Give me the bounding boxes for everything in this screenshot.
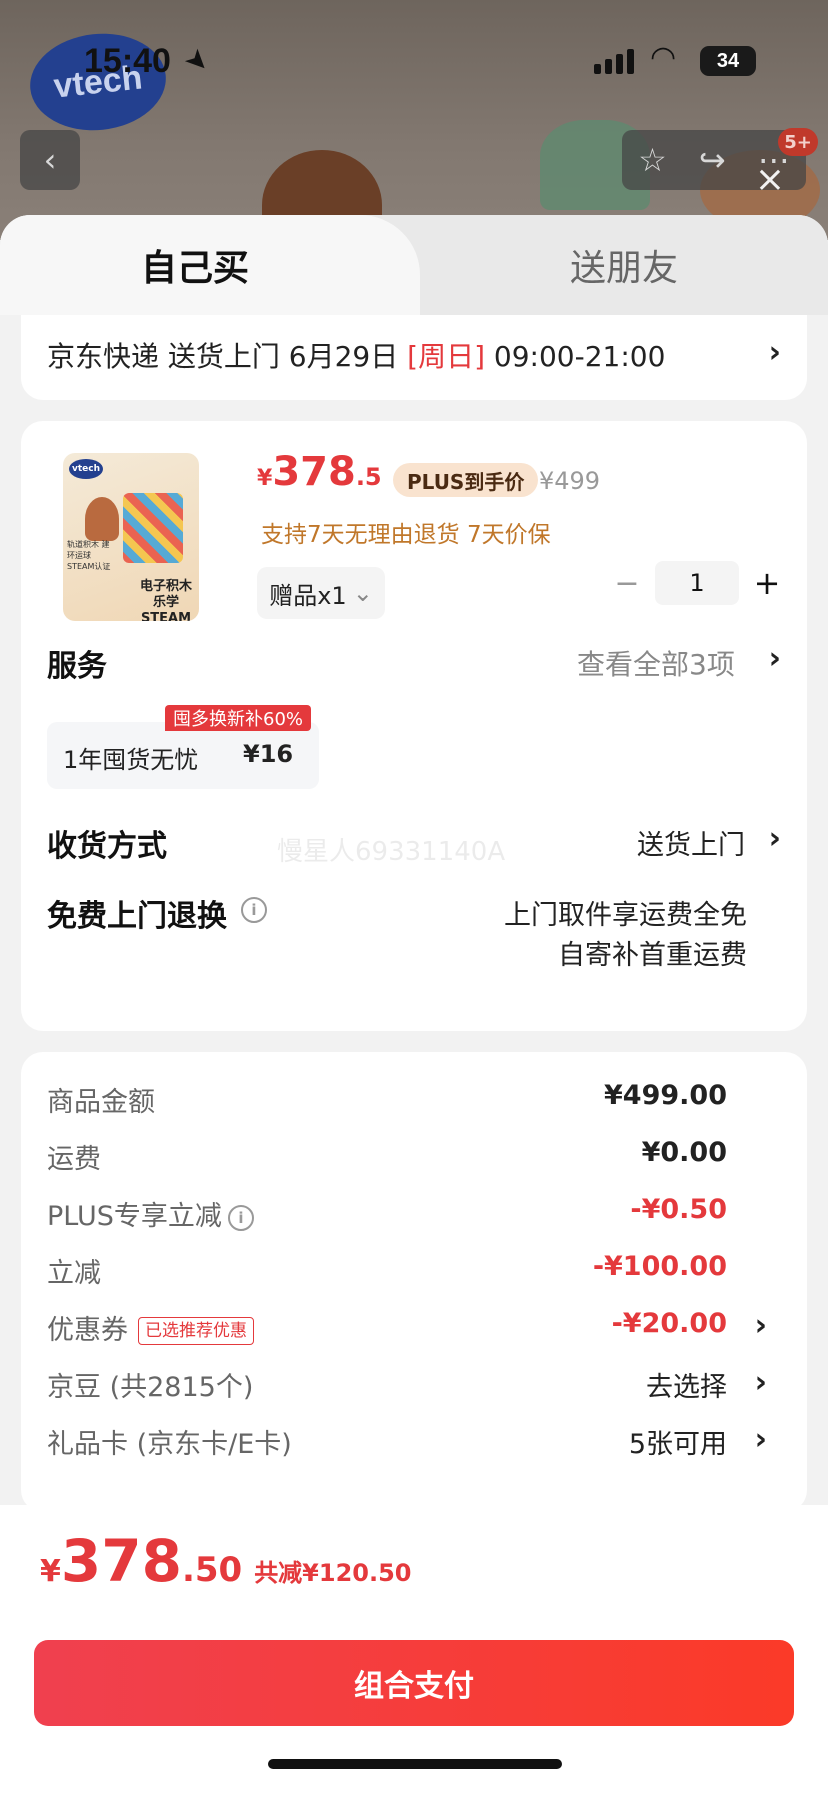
freight-label: 运费	[47, 1144, 101, 1175]
giftcard-value: 5张可用	[628, 1429, 727, 1460]
summary-row-coupon[interactable]: 优惠券 已选推荐优惠 -¥20.00 ›	[47, 1308, 787, 1348]
summary-row-giftcard[interactable]: 礼品卡 (京东卡/E卡) 5张可用 ›	[47, 1422, 787, 1462]
coupon-selected-tag: 已选推荐优惠	[138, 1317, 254, 1345]
product-price: ¥ 378 .5	[257, 449, 382, 495]
service-badge: 囤多换新补60%	[165, 705, 312, 731]
giftcard-label: 礼品卡 (京东卡/E卡)	[47, 1429, 292, 1460]
chevron-right-icon: ›	[754, 1422, 767, 1457]
battery-icon: 34	[700, 46, 756, 76]
discount-label: 立减	[47, 1258, 101, 1289]
services-view-all[interactable]: 查看全部3项	[577, 643, 735, 683]
product-image-toy	[123, 493, 183, 563]
info-icon[interactable]: i	[227, 1204, 254, 1231]
total-saved: 共减¥120.50	[254, 1559, 412, 1587]
wifi-icon: ◠	[650, 41, 677, 74]
goods-amount-value: ¥499.00	[604, 1080, 727, 1111]
gift-selector[interactable]: 赠品x1 ⌄	[257, 567, 385, 619]
product-brand-logo: vtech	[69, 459, 103, 479]
purchase-tabs: 自己买 送朋友	[0, 215, 828, 315]
free-return-label: 免费上门退换	[47, 899, 227, 934]
free-return-line2: 自寄补首重运费	[558, 940, 747, 971]
tab-buy-for-self[interactable]: 自己买	[0, 215, 420, 315]
status-time: 15:40	[84, 42, 171, 80]
product-image[interactable]: vtech 轨道积木 建环运球 STEAM认证 电子积木 乐学STEAM	[63, 453, 199, 621]
summary-row-discount: 立减 -¥100.00	[47, 1251, 787, 1291]
goods-amount-label: 商品金额	[47, 1087, 155, 1118]
status-bar: 15:40 ➤ ◠ 34	[0, 0, 828, 110]
jingdou-label: 京豆 (共2815个)	[47, 1372, 254, 1403]
delivery-card[interactable]: 京东快递 送货上门 6月29日 [周日] 09:00-21:00 ›	[21, 315, 807, 400]
decrease-button[interactable]: −	[609, 566, 645, 601]
location-arrow-icon: ➤	[178, 41, 217, 80]
price-decimal: .5	[355, 463, 382, 491]
quantity-value[interactable]: 1	[655, 561, 739, 605]
share-icon[interactable]: ↪	[699, 141, 726, 179]
age-badge: 5+	[778, 128, 818, 156]
delivery-prefix: 京东快递 送货上门 6月29日	[47, 340, 408, 373]
chevron-down-icon: ⌄	[352, 579, 373, 607]
info-icon[interactable]: i	[241, 897, 267, 923]
price-summary-card: 商品金额 ¥499.00 运费 ¥0.00 PLUS专享立减 i -¥0.50 立…	[21, 1052, 807, 1512]
increase-button[interactable]: +	[749, 564, 785, 602]
tab-gift-to-friend[interactable]: 送朋友	[420, 215, 828, 315]
star-icon[interactable]: ☆	[638, 141, 667, 179]
product-card: vtech 轨道积木 建环运球 STEAM认证 电子积木 乐学STEAM ¥ 3…	[21, 421, 807, 1031]
back-button[interactable]: ‹	[20, 130, 80, 190]
summary-row-freight: 运费 ¥0.00	[47, 1137, 787, 1177]
gift-label: 赠品x1	[269, 581, 347, 610]
service-option[interactable]: 1年囤货无忧 ¥16	[47, 722, 319, 789]
service-price: ¥16	[243, 740, 294, 768]
discount-value: -¥100.00	[592, 1251, 727, 1282]
shipping-method-value[interactable]: 送货上门	[637, 823, 745, 862]
freight-value: ¥0.00	[641, 1137, 727, 1168]
price-symbol: ¥	[257, 466, 273, 491]
signal-icon	[594, 48, 636, 74]
watermark: 慢星人69331140A	[277, 837, 506, 867]
coupon-label: 优惠券 已选推荐优惠	[47, 1308, 254, 1347]
checkout-bottom-bar: ¥ 378 .50 共减¥120.50 组合支付	[0, 1505, 828, 1796]
price-integer: 378	[272, 449, 356, 495]
home-indicator	[268, 1759, 562, 1769]
chevron-right-icon: ›	[754, 1308, 767, 1343]
shipping-method-label: 收货方式	[47, 829, 167, 864]
total-integer: 378	[60, 1527, 182, 1595]
total-price: ¥ 378 .50 共减¥120.50	[40, 1527, 412, 1595]
total-symbol: ¥	[40, 1554, 61, 1589]
plus-discount-value: -¥0.50	[630, 1194, 727, 1225]
summary-row-plus: PLUS专享立减 i -¥0.50	[47, 1194, 787, 1234]
summary-row-jingdou[interactable]: 京豆 (共2815个) 去选择 ›	[47, 1365, 787, 1405]
free-return-line1: 上门取件享运费全免	[504, 900, 747, 931]
product-image-side-text: 轨道积木 建环运球 STEAM认证	[67, 540, 111, 571]
combined-pay-button[interactable]: 组合支付	[34, 1640, 794, 1726]
delivery-time-range: 09:00-21:00	[485, 340, 666, 373]
coupon-text: 优惠券	[47, 1315, 128, 1346]
coupon-value: -¥20.00	[611, 1308, 727, 1339]
delivery-day: [周日]	[407, 340, 486, 373]
chevron-right-icon: ›	[768, 821, 781, 856]
services-title: 服务	[47, 649, 107, 684]
service-name: 1年囤货无忧	[63, 746, 199, 774]
chevron-left-icon: ‹	[43, 141, 57, 179]
quantity-stepper: − 1 +	[609, 561, 789, 605]
summary-row-goods: 商品金额 ¥499.00	[47, 1080, 787, 1120]
chevron-right-icon: ›	[768, 641, 781, 676]
plus-discount-label: PLUS专享立减 i	[47, 1194, 254, 1233]
product-image-child	[85, 497, 119, 541]
chevron-right-icon: ›	[754, 1365, 767, 1400]
product-image-caption: 电子积木 乐学STEAM	[139, 579, 192, 621]
chevron-right-icon: ›	[768, 335, 781, 370]
original-price: ¥499	[539, 467, 601, 495]
plus-discount-text: PLUS专享立减	[47, 1201, 222, 1232]
plus-price-tag: PLUS到手价	[393, 463, 539, 497]
delivery-info: 京东快递 送货上门 6月29日 [周日] 09:00-21:00	[47, 335, 665, 375]
close-icon[interactable]: ×	[752, 162, 788, 198]
guarantee-text: 支持7天无理由退货 7天价保	[261, 522, 551, 548]
jingdou-value: 去选择	[646, 1372, 727, 1403]
checkout-sheet: 自己买 送朋友 京东快递 送货上门 6月29日 [周日] 09:00-21:00…	[0, 215, 828, 1796]
total-decimal: .50	[181, 1550, 243, 1590]
